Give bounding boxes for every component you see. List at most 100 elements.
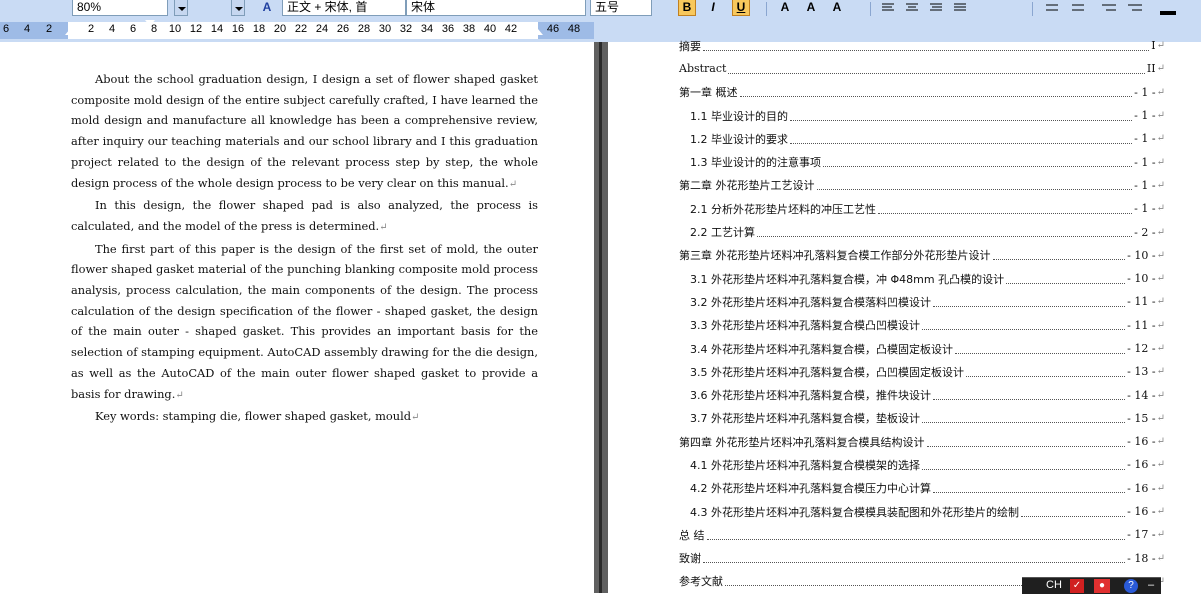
- style-combo[interactable]: 正文 + 宋体, 首: [282, 0, 406, 16]
- font-combo[interactable]: 宋体: [406, 0, 586, 16]
- paragraph-mark: ↵: [1156, 110, 1165, 122]
- formatting-toolbar: 80% A 正文 + 宋体, 首 宋体 五号 B I U A A A: [0, 0, 1201, 21]
- paragraph-mark: ↵: [1156, 296, 1165, 308]
- toc-entry[interactable]: 摘要 I ↵: [679, 34, 1165, 57]
- list-indent-buttons[interactable]: [1040, 0, 1150, 16]
- toc-entry-title: 3.4 外花形垫片坯料冲孔落料复合模，凸模固定板设计: [690, 342, 953, 356]
- toc-entry-page: - 16 -: [1127, 505, 1156, 519]
- toc-entry-title: 3.7 外花形垫片坯料冲孔落料复合模，垫板设计: [690, 412, 920, 426]
- ruler-number: 46: [546, 23, 560, 35]
- toc-leader-dots: [955, 352, 1126, 354]
- ruler-number: 2: [45, 23, 53, 35]
- style-dropdown-button[interactable]: [231, 0, 245, 16]
- toc-entry-title: 摘要: [679, 39, 701, 53]
- zoom-dropdown-button[interactable]: [174, 0, 188, 16]
- toc-entry[interactable]: 3.2 外花形垫片坯料冲孔落料复合模落料凹模设计 - 11 - ↵: [679, 290, 1165, 313]
- paragraph-mark: ↵: [1156, 203, 1165, 215]
- toc-entry-title: 1.2 毕业设计的要求: [690, 132, 788, 146]
- toc-entry[interactable]: 2.1 分析外花形垫片坯料的冲压工艺性 - 1 - ↵: [679, 197, 1165, 220]
- document-page-right[interactable]: 摘要 I ↵ Abstract II ↵ 第一章 概述 - 1 - ↵ 1.1 毕业设计的目的 - …: [608, 39, 1201, 593]
- toc-entry-page: - 1 -: [1134, 202, 1156, 216]
- list-icons: [1046, 4, 1142, 11]
- toc-entry-page: - 1 -: [1134, 132, 1156, 146]
- toc-entry[interactable]: 1.2 毕业设计的要求 - 1 - ↵: [679, 127, 1165, 150]
- toc-entry[interactable]: 第一章 概述 - 1 - ↵: [679, 81, 1165, 104]
- toc-entry[interactable]: 3.7 外花形垫片坯料冲孔落料复合模，垫板设计 - 15 - ↵: [679, 407, 1165, 430]
- minimize-icon[interactable]: –: [1148, 579, 1154, 591]
- char-shading-icon[interactable]: A: [802, 0, 820, 16]
- ruler-number: 2: [87, 23, 95, 35]
- toc-entry-page: - 10 -: [1127, 248, 1156, 262]
- toc-entry[interactable]: 3.6 外花形垫片坯料冲孔落料复合模，推件块设计 - 14 - ↵: [679, 383, 1165, 406]
- ruler-number: 42: [504, 23, 518, 35]
- paragraph-mark: ↵: [1156, 63, 1165, 75]
- ruler-number: 28: [357, 23, 371, 35]
- toc-entry[interactable]: 4.2 外花形垫片坯料冲孔落料复合模压力中心计算 - 16 - ↵: [679, 477, 1165, 500]
- ruler-number: 48: [567, 23, 581, 35]
- ruler-number: 14: [210, 23, 224, 35]
- toc-entry[interactable]: 1.3 毕业设计的的注意事项 - 1 - ↵: [679, 150, 1165, 173]
- toc-leader-dots: [922, 468, 1126, 470]
- toc-entry[interactable]: 3.1 外花形垫片坯料冲孔落料复合模，冲 Φ48mm 孔凸模的设计 - 10 - ↵: [679, 267, 1165, 290]
- char-border-icon[interactable]: A: [776, 0, 794, 16]
- toc-entry[interactable]: 致谢 - 18 - ↵: [679, 547, 1165, 570]
- ime-mode-icon[interactable]: ✓: [1070, 579, 1084, 593]
- right-indent-marker[interactable]: [533, 29, 543, 35]
- italic-button[interactable]: I: [704, 0, 722, 16]
- toc-entry[interactable]: 3.4 外花形垫片坯料冲孔落料复合模，凸模固定板设计 - 12 - ↵: [679, 337, 1165, 360]
- abstract-body: About the school graduation design, I de…: [71, 69, 538, 429]
- align-buttons[interactable]: [880, 0, 970, 16]
- toc-entry-title: 总 结: [679, 528, 705, 542]
- underline-button[interactable]: U: [732, 0, 750, 16]
- left-indent-marker[interactable]: [65, 29, 75, 35]
- paragraph-mark: ↵: [1156, 412, 1165, 424]
- toc-entry[interactable]: 第四章 外花形垫片坯料冲孔落料复合模具结构设计 - 16 - ↵: [679, 430, 1165, 453]
- keywords-paragraph: Key words: stamping die, flower shaped g…: [95, 409, 420, 424]
- toc-entry-page: - 18 -: [1127, 551, 1156, 565]
- toc-leader-dots: [703, 561, 1126, 564]
- abstract-paragraph: About the school graduation design, I de…: [71, 72, 538, 190]
- ruler-number: 38: [462, 23, 476, 35]
- styles-icon[interactable]: A: [258, 0, 276, 16]
- font-color-button[interactable]: [1158, 0, 1178, 16]
- toc-entry-page: - 11 -: [1127, 295, 1156, 309]
- toc-entry[interactable]: 2.2 工艺计算 - 2 - ↵: [679, 220, 1165, 243]
- toc-leader-dots: [933, 305, 1126, 307]
- toc-entry[interactable]: 3.3 外花形垫片坯料冲孔落料复合模凸凹模设计 - 11 - ↵: [679, 314, 1165, 337]
- toc-leader-dots: [790, 142, 1133, 144]
- toc-leader-dots: [728, 72, 1145, 74]
- paragraph-mark: ↵: [1156, 86, 1165, 98]
- toc-entry[interactable]: 4.1 外花形垫片坯料冲孔落料复合模模架的选择 - 16 - ↵: [679, 453, 1165, 476]
- toc-entry-page: - 11 -: [1127, 318, 1156, 332]
- align-icons: [882, 3, 966, 11]
- font-size-combo[interactable]: 五号: [590, 0, 652, 16]
- toolbar-separator: [870, 2, 871, 16]
- ruler-number: 40: [483, 23, 497, 35]
- toc-entry[interactable]: Abstract II ↵: [679, 57, 1165, 80]
- toc-leader-dots: [739, 95, 1133, 98]
- first-line-indent-marker[interactable]: [145, 20, 155, 26]
- paragraph-mark: ↵: [1156, 319, 1165, 331]
- paragraph-mark: ↵: [1156, 552, 1165, 564]
- toc-entry[interactable]: 3.5 外花形垫片坯料冲孔落料复合模，凸凹模固定板设计 - 13 - ↵: [679, 360, 1165, 383]
- ruler-number: 4: [23, 23, 31, 35]
- ime-input-icon[interactable]: ●: [1094, 579, 1110, 593]
- toc-entry[interactable]: 总 结 - 17 - ↵: [679, 523, 1165, 546]
- document-page-left[interactable]: About the school graduation design, I de…: [0, 42, 594, 593]
- toc-leader-dots: [966, 375, 1126, 377]
- table-of-contents: 摘要 I ↵ Abstract II ↵ 第一章 概述 - 1 - ↵ 1.1 毕业设计的目的 - …: [679, 34, 1165, 593]
- toc-entry[interactable]: 第三章 外花形垫片坯料冲孔落料复合模工作部分外花形垫片设计 - 10 - ↵: [679, 244, 1165, 267]
- toc-leader-dots: [878, 212, 1133, 214]
- toc-entry[interactable]: 4.3 外花形垫片坯料冲孔落料复合模模具装配图和外花形垫片的绘制 - 16 - ↵: [679, 500, 1165, 523]
- ime-language-label[interactable]: CH: [1046, 579, 1062, 591]
- help-icon[interactable]: ?: [1124, 579, 1138, 593]
- bold-button[interactable]: B: [678, 0, 696, 16]
- toolbar-separator: [766, 2, 767, 16]
- zoom-combo[interactable]: 80%: [72, 0, 168, 16]
- toc-entry-page: - 1 -: [1134, 85, 1156, 99]
- toc-entry[interactable]: 1.1 毕业设计的目的 - 1 - ↵: [679, 104, 1165, 127]
- char-scale-icon[interactable]: A: [828, 0, 846, 16]
- toc-entry[interactable]: 第二章 外花形垫片工艺设计 - 1 - ↵: [679, 174, 1165, 197]
- toc-entry-title: 致谢: [679, 552, 701, 566]
- ruler-number: 20: [273, 23, 287, 35]
